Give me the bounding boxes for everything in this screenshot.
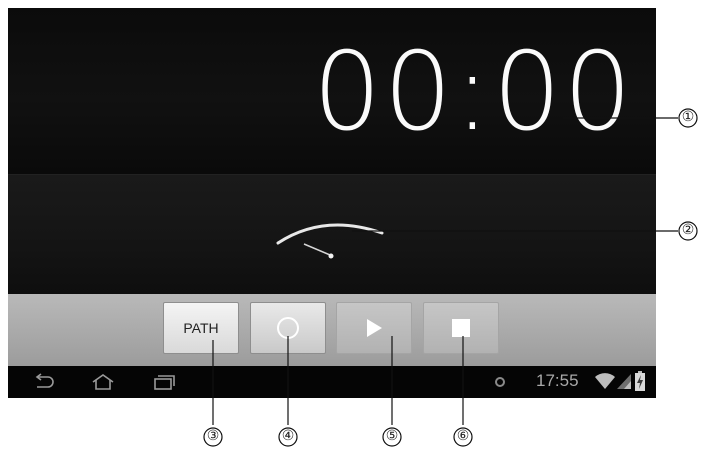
callout-3: ③ (206, 428, 220, 444)
callout-4: ④ (281, 428, 295, 444)
callout-1: ① (681, 109, 695, 125)
callout-lines (203, 108, 698, 447)
callout-5: ⑤ (385, 428, 399, 444)
callout-2: ② (681, 222, 695, 238)
callout-6: ⑥ (456, 428, 470, 444)
